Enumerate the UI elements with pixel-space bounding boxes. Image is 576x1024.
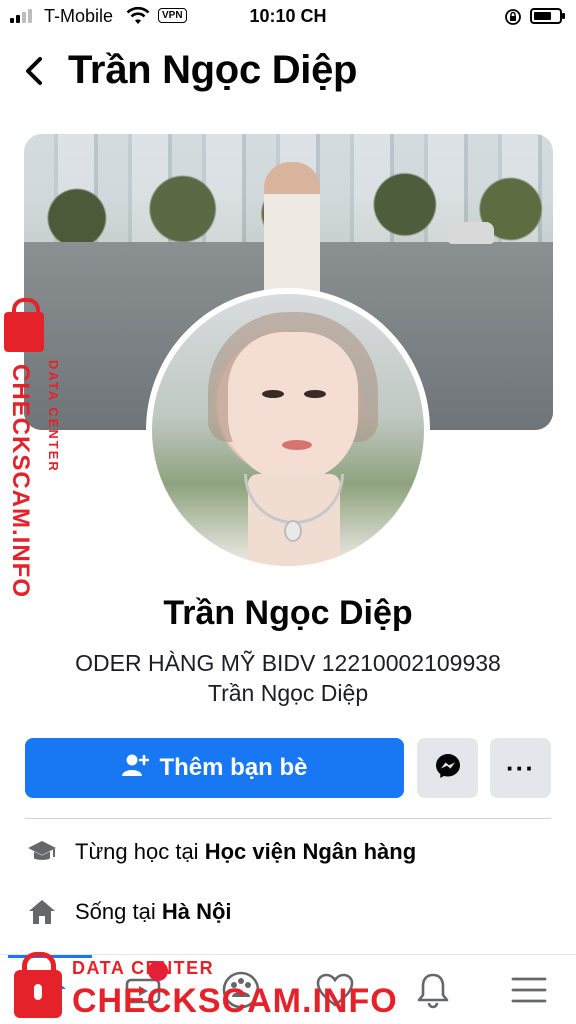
cover-car	[448, 222, 494, 244]
watermark-brand: CHECKSCAM.INFO	[7, 364, 34, 598]
more-icon: ···	[506, 752, 535, 783]
side-watermark: DATA CENTER CHECKSCAM.INFO	[4, 298, 62, 598]
bio-line-1: ODER HÀNG MỸ BIDV 12210002109938	[75, 650, 501, 676]
residence-city[interactable]: Hà Nội	[162, 899, 232, 925]
status-bar: T-Mobile VPN 10:10 CH	[0, 0, 576, 34]
messenger-icon	[434, 752, 462, 785]
divider	[25, 818, 551, 819]
watermark-data-center: DATA CENTER	[46, 360, 61, 473]
profile-avatar[interactable]	[146, 288, 430, 572]
nav-notifications-icon[interactable]	[410, 967, 456, 1013]
watermark-lock-icon	[14, 952, 62, 1018]
intro-residence: Sống tại Hà Nội	[25, 892, 551, 932]
status-time: 10:10 CH	[249, 6, 327, 26]
add-friend-icon	[121, 753, 150, 784]
orientation-lock-icon	[504, 8, 522, 31]
graduation-cap-icon	[25, 835, 59, 869]
residence-prefix: Sống tại	[75, 899, 156, 924]
intro-education: Từng học tại Học viện Ngân hàng	[25, 832, 551, 872]
avatar-pendant	[284, 520, 302, 542]
education-prefix: Từng học tại	[75, 839, 199, 864]
page-title: Trần Ngọc Diệp	[68, 48, 358, 92]
more-options-button[interactable]: ···	[490, 738, 551, 798]
bottom-watermark: DATA CENTER CHECKSCAM.INFO	[6, 952, 397, 1024]
avatar-lips	[282, 440, 312, 450]
home-icon	[25, 895, 59, 929]
education-school[interactable]: Học viện Ngân hàng	[205, 839, 416, 865]
profile-name: Trần Ngọc Diệp	[163, 594, 413, 632]
add-friend-label: Thêm bạn bè	[159, 754, 308, 781]
bio-line-2: Trần Ngọc Diệp	[207, 680, 369, 706]
profile-header: Trần Ngọc Diệp	[0, 42, 576, 102]
avatar-eye-right	[304, 390, 326, 398]
watermark-data-center: DATA CENTER	[72, 958, 215, 978]
add-friend-button[interactable]: Thêm bạn bè	[25, 738, 404, 798]
profile-bio: ODER HÀNG MỸ BIDV 12210002109938 Trần Ng…	[0, 648, 576, 708]
watermark-lock-icon	[4, 298, 44, 352]
messenger-button[interactable]	[417, 738, 478, 798]
watermark-brand: CHECKSCAM.INFO	[72, 982, 398, 1020]
battery-icon	[530, 8, 565, 24]
avatar-eye-left	[262, 390, 284, 398]
avatar-face	[228, 332, 358, 482]
back-arrow-icon[interactable]	[20, 54, 50, 88]
nav-menu-icon[interactable]	[506, 967, 552, 1013]
